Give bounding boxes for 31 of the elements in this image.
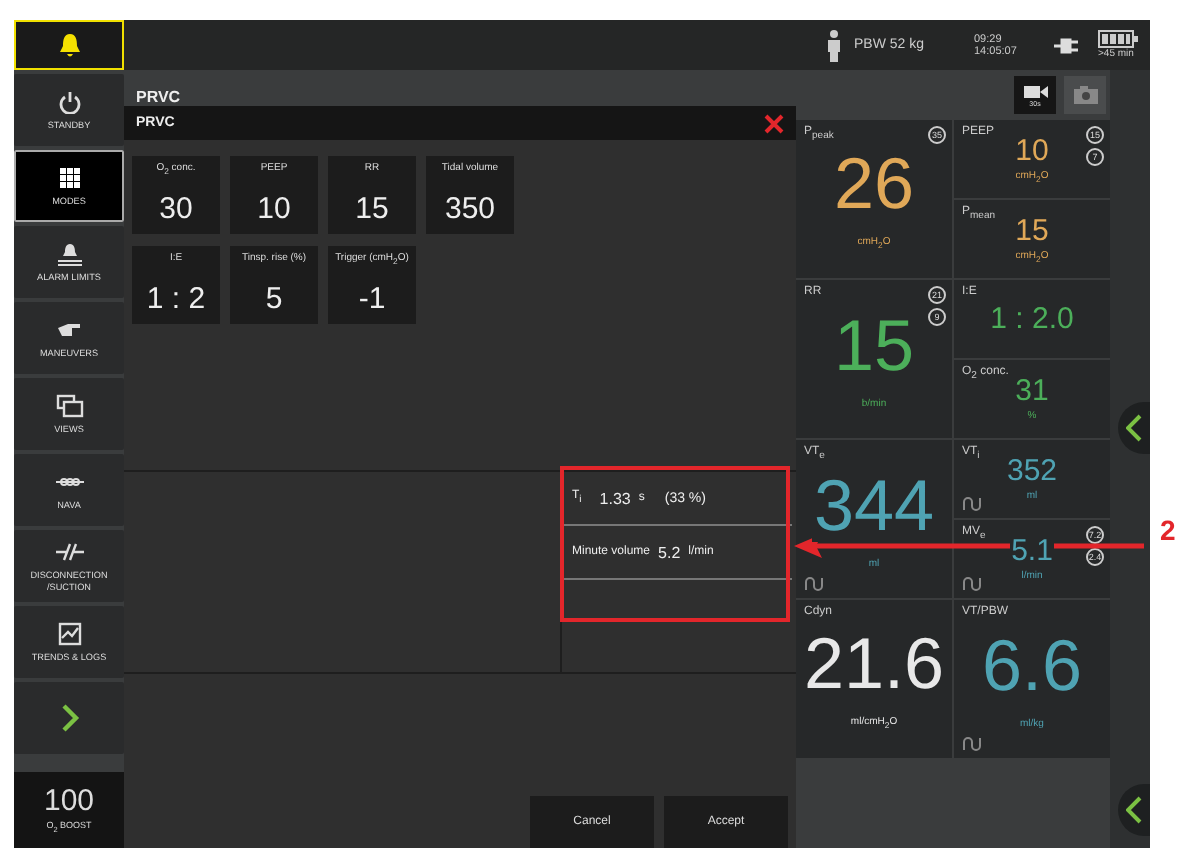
info-value: 1.33 (599, 489, 631, 507)
tile-value: 31 (1013, 376, 1051, 406)
chart-icon (55, 621, 83, 646)
person-icon (826, 29, 842, 61)
battery-icon (1098, 30, 1138, 48)
plug-icon (1054, 37, 1078, 53)
tile-value: 15 (1013, 215, 1051, 245)
disconnect-icon (55, 540, 83, 565)
annotation-number: 2 (1160, 514, 1176, 546)
grid-icon (55, 165, 83, 190)
snapshot-button[interactable] (1064, 76, 1106, 114)
chevron-right-icon (59, 702, 79, 734)
tile-value: 10 (1013, 135, 1051, 165)
tile-value: 352 (1004, 456, 1060, 486)
close-icon[interactable] (764, 113, 784, 133)
bell-icon (55, 31, 83, 59)
chevron-left-icon (1126, 796, 1142, 824)
tile-value: 1 : 2.0 (988, 304, 1076, 334)
collapse-tab[interactable] (1118, 784, 1150, 836)
chevron-left-icon (1126, 414, 1142, 442)
alarm-bell-button[interactable] (14, 20, 124, 70)
info-value: 5.2 (658, 543, 681, 561)
tile-value: 5.1 (1009, 536, 1055, 566)
camera-icon (1073, 86, 1097, 104)
bell-icon (55, 241, 83, 266)
mode-title: PRVC (136, 88, 181, 106)
power-icon (55, 89, 83, 114)
expand-button[interactable] (14, 682, 124, 754)
collapse-tab[interactable] (1118, 402, 1150, 454)
video-camera-icon (1023, 83, 1047, 99)
windows-icon (55, 393, 83, 418)
